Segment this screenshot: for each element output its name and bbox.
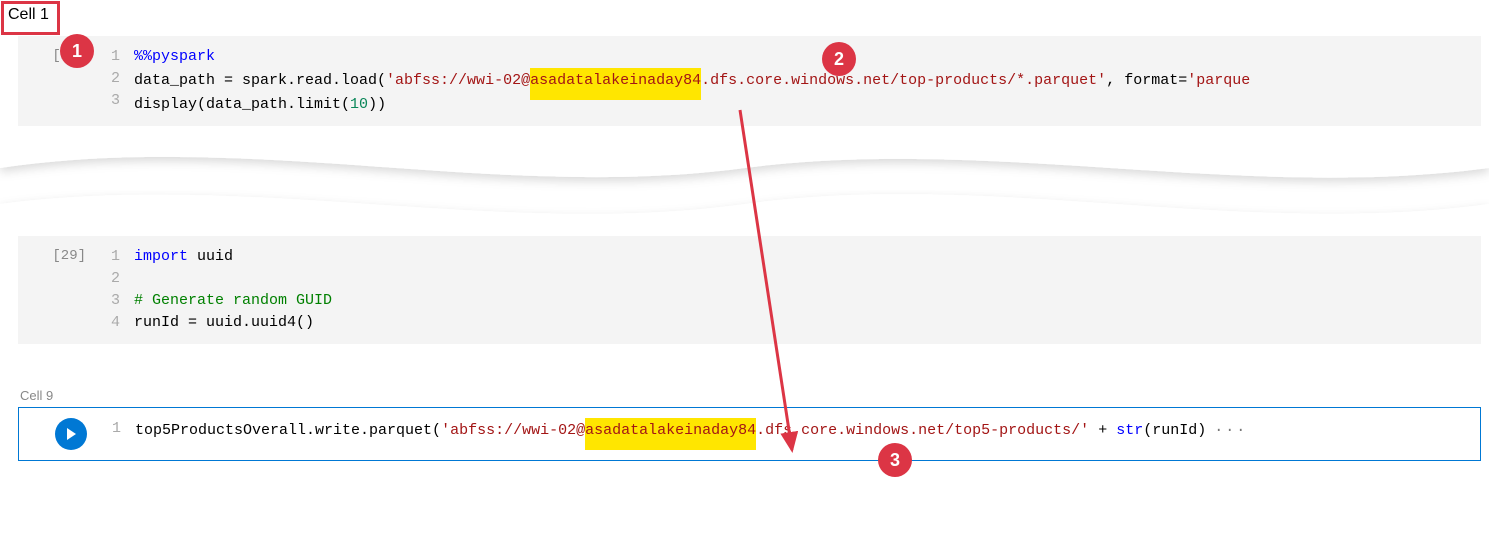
cell-9: 1 top5ProductsOverall.write.parquet('abf… xyxy=(18,407,1481,461)
run-button[interactable] xyxy=(55,418,87,450)
code-cell[interactable]: [29] 1 2 3 4 import uuid # Generate rand… xyxy=(18,236,1481,344)
callout-3: 3 xyxy=(878,443,912,477)
code-content[interactable]: top5ProductsOverall.write.parquet('abfss… xyxy=(135,418,1480,450)
code-content[interactable]: import uuid # Generate random GUIDrunId … xyxy=(134,246,1481,334)
cell-1-label: Cell 1 xyxy=(8,6,49,23)
exec-count: [29] xyxy=(18,246,98,334)
callout-1: 1 xyxy=(60,34,94,68)
cell-29: [29] 1 2 3 4 import uuid # Generate rand… xyxy=(18,236,1481,344)
line-numbers: 1 2 3 4 xyxy=(98,246,134,334)
cell-1: [22] 1 2 3 %%pysparkdata_path = spark.re… xyxy=(18,36,1481,126)
truncation-ellipsis: ··· xyxy=(1206,422,1247,439)
content-break xyxy=(0,126,1489,236)
code-content[interactable]: %%pysparkdata_path = spark.read.load('ab… xyxy=(134,46,1481,116)
cell-9-label: Cell 9 xyxy=(18,384,1489,407)
line-numbers: 1 2 3 xyxy=(98,46,134,116)
code-cell-active[interactable]: 1 top5ProductsOverall.write.parquet('abf… xyxy=(18,407,1481,461)
callout-2: 2 xyxy=(822,42,856,76)
highlighted-storage-account-2: asadatalakeinaday84 xyxy=(585,418,756,450)
cell-1-label-highlight: Cell 1 xyxy=(1,1,60,35)
highlighted-storage-account-1: asadatalakeinaday84 xyxy=(530,68,701,100)
line-numbers: 1 xyxy=(99,418,135,450)
code-cell[interactable]: [22] 1 2 3 %%pysparkdata_path = spark.re… xyxy=(18,36,1481,126)
play-icon xyxy=(64,427,78,441)
exec-controls xyxy=(19,418,99,450)
